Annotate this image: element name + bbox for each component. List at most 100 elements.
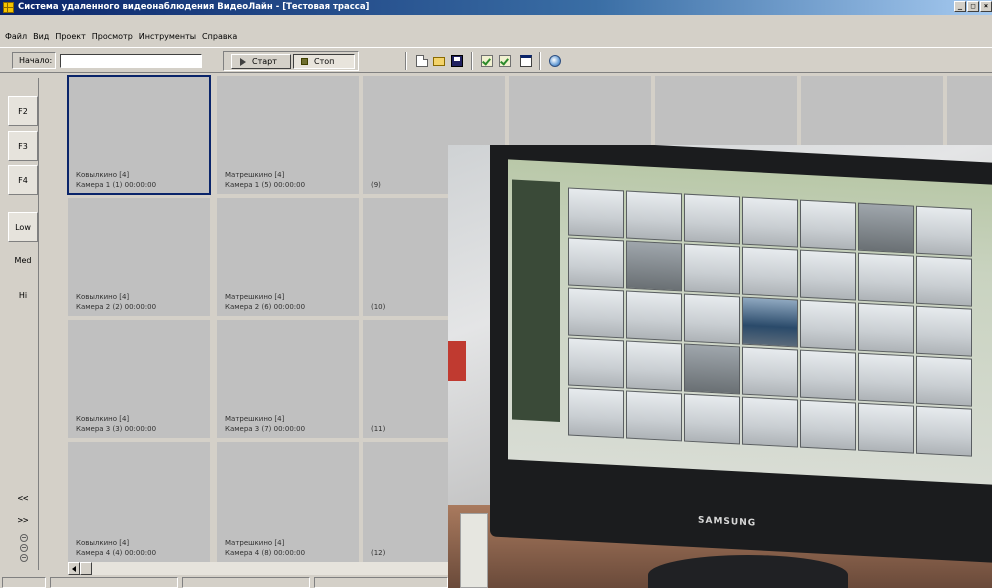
horizontal-scrollbar[interactable] — [68, 562, 448, 575]
camera-station: Ковылкино [4] — [76, 293, 130, 301]
photo-screen-cell — [858, 202, 914, 254]
camera-cell[interactable]: Матрешкино [4] Камера 4 (8) 00:00:00 — [217, 442, 359, 562]
camera-station: Ковылкино [4] — [76, 171, 130, 179]
camera-cell-label: Ковылкино [4] Камера 3 (3) 00:00:00 — [76, 414, 156, 434]
start-label: Начало: — [19, 56, 53, 65]
prev-page-button[interactable]: << — [8, 491, 38, 507]
camera-cell-label: Матрешкино [4] Камера 2 (6) 00:00:00 — [225, 292, 305, 312]
camera-cell[interactable]: Ковылкино [4] Камера 2 (2) 00:00:00 — [68, 198, 210, 316]
scroll-left-button[interactable] — [68, 562, 80, 575]
quality-hi-button[interactable]: Hi — [8, 281, 38, 311]
quality-med-button[interactable]: Med — [8, 246, 38, 276]
check-icon[interactable] — [481, 55, 493, 67]
start-button[interactable]: Старт — [231, 54, 291, 69]
toolbar-separator — [471, 52, 473, 70]
camera-station: Ковылкино [4] — [76, 539, 130, 547]
close-button[interactable]: × — [980, 1, 992, 12]
maximize-button[interactable]: □ — [967, 1, 979, 12]
database-icon[interactable] — [549, 55, 561, 67]
camera-station: Матрешкино [4] — [225, 539, 285, 547]
camera-station: Ковылкино [4] — [76, 415, 130, 423]
camera-info: (10) — [371, 303, 386, 311]
photo-screen-cell — [684, 343, 740, 395]
photo-red-object — [448, 341, 466, 381]
new-file-icon[interactable] — [416, 55, 428, 67]
f2-button[interactable]: F2 — [8, 96, 38, 126]
zoom-out-icon[interactable] — [20, 554, 28, 562]
photo-screen-cell — [684, 293, 740, 345]
camera-station: Матрешкино [4] — [225, 293, 285, 301]
photo-screen-cell — [568, 287, 624, 339]
start-input[interactable] — [60, 54, 202, 68]
photo-screen-cell — [568, 387, 624, 439]
f4-button[interactable]: F4 — [8, 165, 38, 195]
monitor-photo: SAMSUNG — [448, 145, 992, 588]
photo-screen-cell — [742, 196, 798, 248]
menu-help[interactable]: Справка — [199, 29, 240, 45]
status-pane — [182, 577, 310, 588]
camera-cell-label: Ковылкино [4] Камера 4 (4) 00:00:00 — [76, 538, 156, 558]
minimize-button[interactable]: _ — [954, 1, 966, 12]
camera-cell-label: Ковылкино [4] Камера 2 (2) 00:00:00 — [76, 292, 156, 312]
camera-info: Камера 2 (2) 00:00:00 — [76, 303, 157, 311]
camera-cell[interactable]: Ковылкино [4] Камера 3 (3) 00:00:00 — [68, 320, 210, 438]
zoom-out-icon[interactable] — [20, 544, 28, 552]
check-icon[interactable] — [499, 55, 511, 67]
camera-info: (12) — [371, 549, 386, 557]
playback-group: Старт Стоп — [223, 51, 359, 71]
menu-tools[interactable]: Инструменты — [136, 29, 199, 45]
camera-info: Камера 1 (1) 00:00:00 — [76, 181, 157, 189]
camera-info: Камера 2 (6) 00:00:00 — [225, 303, 306, 311]
camera-cell[interactable]: Ковылкино [4] Камера 4 (4) 00:00:00 — [68, 442, 210, 562]
menu-view[interactable]: Вид — [30, 29, 52, 45]
camera-cell[interactable]: Матрешкино [4] Камера 2 (6) 00:00:00 — [217, 198, 359, 316]
camera-info: Камера 4 (4) 00:00:00 — [76, 549, 157, 557]
menu-file[interactable]: Файл — [2, 29, 30, 45]
camera-info: Камера 1 (5) 00:00:00 — [225, 181, 306, 189]
window-controls: _ □ × — [954, 1, 992, 12]
camera-cell-label: Ковылкино [4] Камера 1 (1) 00:00:00 — [76, 170, 156, 190]
camera-cell-label: (10) — [371, 302, 385, 312]
status-pane — [314, 577, 448, 588]
stop-button[interactable]: Стоп — [293, 54, 355, 69]
toolbar-separator — [539, 52, 541, 70]
menu-project[interactable]: Проект — [52, 29, 88, 45]
photo-screen-cell — [742, 396, 798, 448]
menu-browse[interactable]: Просмотр — [89, 29, 136, 45]
open-folder-icon[interactable] — [433, 57, 445, 66]
photo-screen-cell — [800, 349, 856, 401]
window-icon[interactable] — [520, 55, 532, 67]
photo-screen-grid — [568, 187, 972, 457]
scroll-thumb[interactable] — [80, 562, 92, 575]
photo-screen-cell — [858, 352, 914, 404]
quality-low-button[interactable]: Low — [8, 212, 38, 242]
photo-screen-cell — [858, 302, 914, 354]
photo-screen-cell — [858, 402, 914, 454]
save-icon[interactable] — [451, 55, 463, 67]
photo-screen-cell — [742, 246, 798, 298]
camera-cell[interactable]: Матрешкино [4] Камера 3 (7) 00:00:00 — [217, 320, 359, 438]
photo-screen-cell — [626, 340, 682, 392]
camera-cell[interactable]: Ковылкино [4] Камера 1 (1) 00:00:00 — [67, 75, 211, 195]
photo-screen-cell — [626, 390, 682, 442]
photo-screen-cell — [916, 405, 972, 457]
camera-info: Камера 4 (8) 00:00:00 — [225, 549, 306, 557]
camera-info: (9) — [371, 181, 381, 189]
status-pane — [50, 577, 178, 588]
next-page-button[interactable]: >> — [8, 513, 38, 529]
photo-screen-cell — [568, 187, 624, 239]
camera-cell-label: Матрешкино [4] Камера 4 (8) 00:00:00 — [225, 538, 305, 558]
left-panel: F2 F3 F4 Low Med Hi << >> — [0, 74, 66, 574]
zoom-out-icon[interactable] — [20, 534, 28, 542]
camera-info: (11) — [371, 425, 386, 433]
photo-screen-cell — [800, 299, 856, 351]
camera-cell[interactable]: Матрешкино [4] Камера 1 (5) 00:00:00 — [217, 76, 359, 194]
left-panel-divider — [38, 78, 39, 570]
camera-station: Матрешкино [4] — [225, 171, 285, 179]
photo-screen-cell — [684, 243, 740, 295]
photo-screen-cell — [626, 290, 682, 342]
menu-bar: Файл Вид Проект Просмотр Инструменты Спр… — [0, 29, 992, 45]
f3-button[interactable]: F3 — [8, 131, 38, 161]
stop-icon — [301, 58, 308, 65]
camera-cell-label: (12) — [371, 548, 385, 558]
